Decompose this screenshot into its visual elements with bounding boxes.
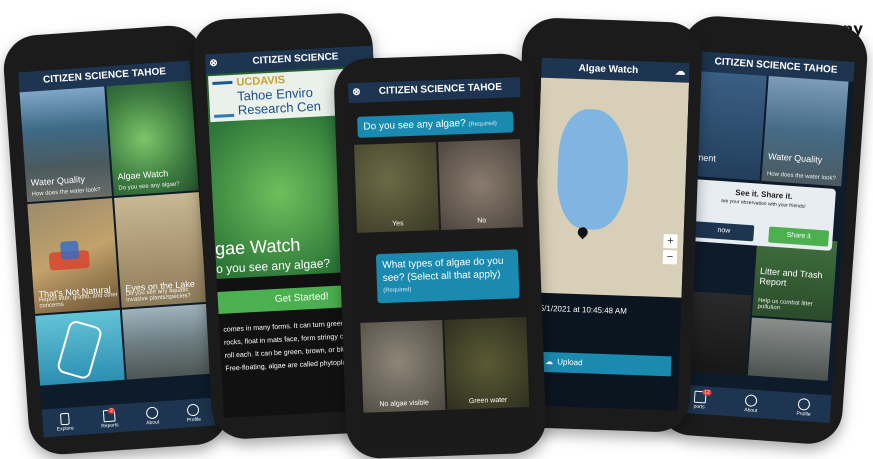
- tile-water-quality[interactable]: Water Quality How does the water look?: [761, 76, 849, 187]
- option-no-algae[interactable]: No algae visible: [360, 319, 446, 413]
- app-header: Algae Watch: [578, 62, 639, 77]
- cloud-upload-icon: ☁: [545, 356, 554, 367]
- close-icon[interactable]: ⊗: [209, 54, 218, 74]
- tahoe-map[interactable]: + −: [533, 77, 690, 298]
- close-icon[interactable]: ⊗: [352, 83, 361, 103]
- option-no[interactable]: No: [438, 139, 524, 230]
- tab-about[interactable]: About: [744, 393, 758, 414]
- tile-bottle[interactable]: [35, 309, 125, 386]
- info-icon: [145, 406, 159, 419]
- tab-profile[interactable]: Profile: [796, 397, 811, 417]
- tab-about[interactable]: About: [145, 406, 159, 426]
- tile-environment[interactable]: ment: [689, 71, 767, 181]
- page-title: gae Watch: [214, 234, 301, 260]
- cloud-icon[interactable]: ☁: [675, 62, 686, 82]
- option-yes[interactable]: Yes: [354, 142, 440, 233]
- lake-shape: [555, 108, 631, 231]
- tile-shoreline[interactable]: [121, 303, 212, 380]
- option-green-water[interactable]: Green water: [444, 317, 530, 410]
- tile-algae-watch[interactable]: Algae Watch Do you see any algae?: [106, 80, 199, 197]
- reports-badge: 12: [701, 388, 712, 396]
- tile-hand[interactable]: [747, 317, 832, 381]
- share-it-button[interactable]: Share it: [768, 226, 830, 247]
- bottom-tab-bar: 12 ports About Profile: [673, 384, 832, 424]
- question-algae-presence: Do you see any algae? (Required): [357, 111, 514, 138]
- tab-explore[interactable]: Explore: [56, 412, 74, 432]
- upload-button[interactable]: ☁ Upload: [538, 351, 672, 377]
- reports-badge: 2: [107, 406, 116, 414]
- phone-icon: [59, 412, 70, 425]
- zoom-out-button[interactable]: −: [662, 250, 678, 265]
- tile-eyes-on-lake[interactable]: Eyes on the Lake Do you see any aquatic …: [114, 192, 207, 308]
- bottom-tab-bar: Explore 2 Reports About Profile: [41, 397, 216, 438]
- profile-icon: [797, 397, 811, 411]
- observation-timestamp: d 5/1/2021 at 10:45:48 AM: [532, 303, 628, 316]
- phone-algae-questions: ⊗ CITIZEN SCIENCE TAHOE Do you see any a…: [333, 52, 547, 459]
- not-now-button[interactable]: now: [693, 221, 755, 242]
- share-modal: See it. Share it. are your observation w…: [689, 179, 837, 251]
- info-icon: [745, 393, 758, 407]
- tile-water-quality[interactable]: Water Quality How does the water look?: [19, 86, 112, 203]
- wave-icon: [212, 80, 235, 118]
- tile-thats-not-natural[interactable]: That's Not Natural Report litter, graffi…: [27, 198, 120, 314]
- tab-reports[interactable]: 2 Reports: [100, 406, 119, 429]
- zoom-in-button[interactable]: +: [663, 234, 678, 249]
- profile-icon: [186, 403, 200, 416]
- tab-reports[interactable]: 12 ports: [693, 388, 712, 410]
- tab-profile[interactable]: Profile: [186, 403, 201, 423]
- app-header: CITIZEN SCIENCE TAHOE: [378, 81, 503, 98]
- question-algae-types: What types of algae do you see? (Select …: [375, 249, 520, 304]
- app-header: CITIZEN SCIENCE: [252, 51, 339, 67]
